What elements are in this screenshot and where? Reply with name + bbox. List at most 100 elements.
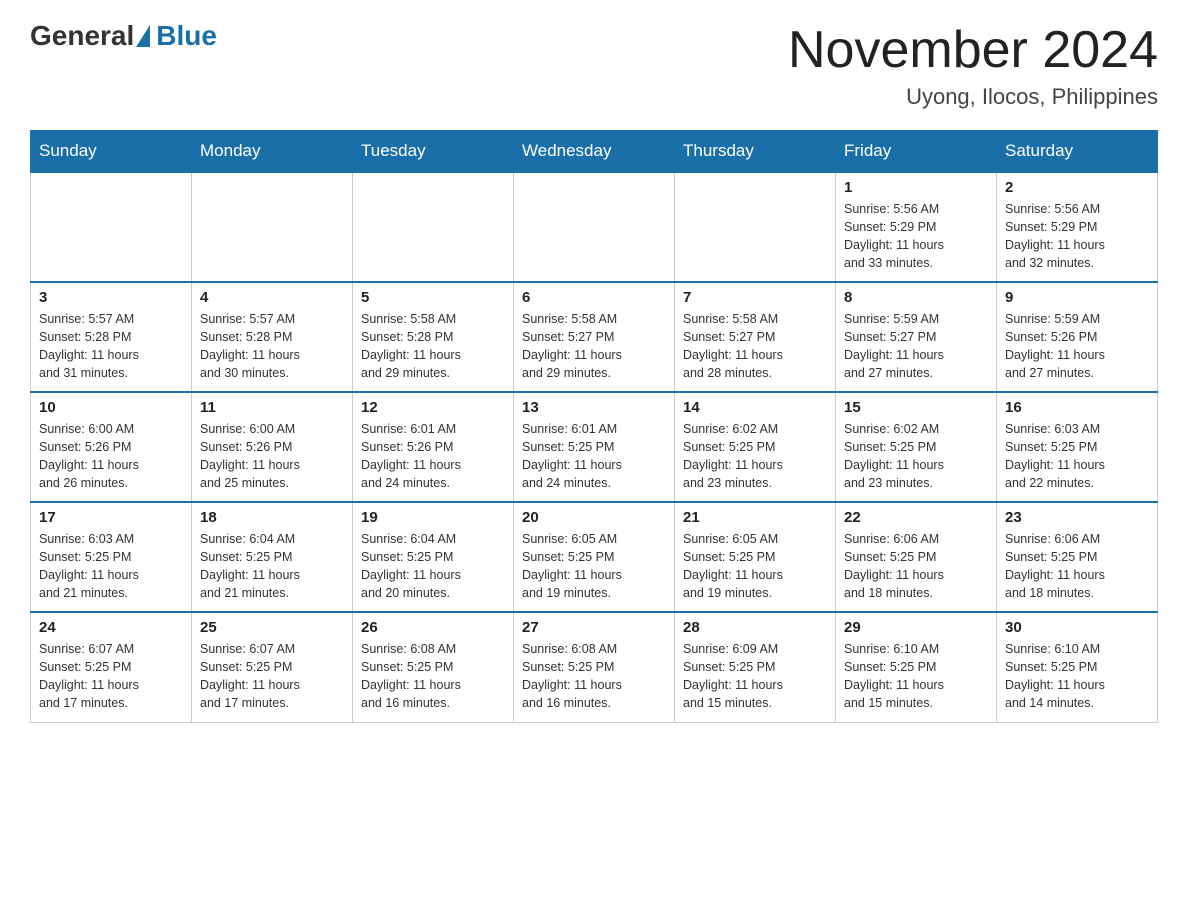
header-day-tuesday: Tuesday — [353, 131, 514, 173]
title-area: November 2024 Uyong, Ilocos, Philippines — [788, 20, 1158, 110]
day-info: Sunrise: 6:01 AM Sunset: 5:26 PM Dayligh… — [361, 420, 505, 493]
logo-triangle-icon — [136, 25, 150, 47]
day-number: 8 — [844, 289, 988, 306]
day-cell: 19 Sunrise: 6:04 AM Sunset: 5:25 PM Dayli… — [353, 502, 514, 612]
day-cell: 22Sunrise: 6:06 AM Sunset: 5:25 PM Dayli… — [836, 502, 997, 612]
day-info: Sunrise: 5:58 AM Sunset: 5:28 PM Dayligh… — [361, 310, 505, 383]
day-info: Sunrise: 6:02 AM Sunset: 5:25 PM Dayligh… — [683, 420, 827, 493]
week-row-2: 3Sunrise: 5:57 AM Sunset: 5:28 PM Daylig… — [31, 282, 1158, 392]
day-info: Sunrise: 6:04 AM Sunset: 5:25 PM Dayligh… — [361, 530, 505, 603]
day-number: 3 — [39, 289, 183, 306]
week-row-1: 1 Sunrise: 5:56 AM Sunset: 5:29 PM Daylig… — [31, 172, 1158, 282]
logo-area: General Blue — [30, 20, 217, 52]
day-number: 13 — [522, 399, 666, 416]
day-cell: 30 Sunrise: 6:10 AM Sunset: 5:25 PM Dayli… — [997, 612, 1158, 722]
day-number: 14 — [683, 399, 827, 416]
day-number: 4 — [200, 289, 344, 306]
day-cell: 8 Sunrise: 5:59 AM Sunset: 5:27 PM Daylig… — [836, 282, 997, 392]
day-cell: 20 Sunrise: 6:05 AM Sunset: 5:25 PM Dayli… — [514, 502, 675, 612]
day-cell — [514, 172, 675, 282]
day-cell: 15 Sunrise: 6:02 AM Sunset: 5:25 PM Dayli… — [836, 392, 997, 502]
calendar-table: SundayMondayTuesdayWednesdayThursdayFrid… — [30, 130, 1158, 723]
logo-blue-text: Blue — [156, 20, 217, 52]
logo-general-text: General — [30, 20, 134, 52]
day-info: Sunrise: 6:07 AM Sunset: 5:25 PM Dayligh… — [39, 640, 183, 713]
week-row-3: 10 Sunrise: 6:00 AM Sunset: 5:26 PM Dayli… — [31, 392, 1158, 502]
day-number: 7 — [683, 289, 827, 306]
day-cell: 10Sunrise: 6:00 AM Sunset: 5:26 PM Dayli… — [31, 392, 192, 502]
day-number: 25 — [200, 619, 344, 636]
day-number: 1 — [844, 179, 988, 196]
day-cell: 17Sunrise: 6:03 AM Sunset: 5:25 PM Dayli… — [31, 502, 192, 612]
day-info: Sunrise: 6:07 AM Sunset: 5:25 PM Dayligh… — [200, 640, 344, 713]
day-cell: 7 Sunrise: 5:58 AM Sunset: 5:27 PM Daylig… — [675, 282, 836, 392]
day-info: Sunrise: 6:10 AM Sunset: 5:25 PM Dayligh… — [844, 640, 988, 713]
day-cell: 5 Sunrise: 5:58 AM Sunset: 5:28 PM Daylig… — [353, 282, 514, 392]
day-info: Sunrise: 5:59 AM Sunset: 5:26 PM Dayligh… — [1005, 310, 1149, 383]
month-title: November 2024 — [788, 20, 1158, 80]
day-number: 27 — [522, 619, 666, 636]
day-cell: 29 Sunrise: 6:10 AM Sunset: 5:25 PM Dayli… — [836, 612, 997, 722]
day-number: 2 — [1005, 179, 1149, 196]
day-info: Sunrise: 6:09 AM Sunset: 5:25 PM Dayligh… — [683, 640, 827, 713]
day-info: Sunrise: 6:08 AM Sunset: 5:25 PM Dayligh… — [522, 640, 666, 713]
header-day-wednesday: Wednesday — [514, 131, 675, 173]
day-number: 10 — [39, 399, 183, 416]
day-number: 6 — [522, 289, 666, 306]
logo: General Blue — [30, 20, 217, 52]
day-info: Sunrise: 6:05 AM Sunset: 5:25 PM Dayligh… — [683, 530, 827, 603]
location-title: Uyong, Ilocos, Philippines — [788, 84, 1158, 110]
day-info: Sunrise: 5:58 AM Sunset: 5:27 PM Dayligh… — [683, 310, 827, 383]
day-number: 17 — [39, 509, 183, 526]
day-cell: 11Sunrise: 6:00 AM Sunset: 5:26 PM Dayli… — [192, 392, 353, 502]
day-cell — [192, 172, 353, 282]
day-cell: 13Sunrise: 6:01 AM Sunset: 5:25 PM Dayli… — [514, 392, 675, 502]
day-info: Sunrise: 5:56 AM Sunset: 5:29 PM Dayligh… — [1005, 200, 1149, 273]
day-cell: 6 Sunrise: 5:58 AM Sunset: 5:27 PM Daylig… — [514, 282, 675, 392]
day-cell: 26 Sunrise: 6:08 AM Sunset: 5:25 PM Dayli… — [353, 612, 514, 722]
header-day-saturday: Saturday — [997, 131, 1158, 173]
day-info: Sunrise: 6:05 AM Sunset: 5:25 PM Dayligh… — [522, 530, 666, 603]
day-number: 19 — [361, 509, 505, 526]
day-number: 20 — [522, 509, 666, 526]
day-number: 22 — [844, 509, 988, 526]
day-number: 18 — [200, 509, 344, 526]
week-row-4: 17Sunrise: 6:03 AM Sunset: 5:25 PM Dayli… — [31, 502, 1158, 612]
day-cell: 2 Sunrise: 5:56 AM Sunset: 5:29 PM Daylig… — [997, 172, 1158, 282]
day-cell: 16Sunrise: 6:03 AM Sunset: 5:25 PM Dayli… — [997, 392, 1158, 502]
header-day-sunday: Sunday — [31, 131, 192, 173]
day-info: Sunrise: 5:58 AM Sunset: 5:27 PM Dayligh… — [522, 310, 666, 383]
day-info: Sunrise: 6:04 AM Sunset: 5:25 PM Dayligh… — [200, 530, 344, 603]
day-cell: 24 Sunrise: 6:07 AM Sunset: 5:25 PM Dayli… — [31, 612, 192, 722]
day-info: Sunrise: 6:02 AM Sunset: 5:25 PM Dayligh… — [844, 420, 988, 493]
day-number: 15 — [844, 399, 988, 416]
day-info: Sunrise: 5:56 AM Sunset: 5:29 PM Dayligh… — [844, 200, 988, 273]
day-number: 24 — [39, 619, 183, 636]
day-cell: 25 Sunrise: 6:07 AM Sunset: 5:25 PM Dayli… — [192, 612, 353, 722]
day-cell: 21Sunrise: 6:05 AM Sunset: 5:25 PM Dayli… — [675, 502, 836, 612]
day-number: 29 — [844, 619, 988, 636]
day-cell: 9Sunrise: 5:59 AM Sunset: 5:26 PM Daylig… — [997, 282, 1158, 392]
day-number: 16 — [1005, 399, 1149, 416]
day-cell: 12 Sunrise: 6:01 AM Sunset: 5:26 PM Dayli… — [353, 392, 514, 502]
day-cell — [675, 172, 836, 282]
day-cell: 28Sunrise: 6:09 AM Sunset: 5:25 PM Dayli… — [675, 612, 836, 722]
day-number: 23 — [1005, 509, 1149, 526]
day-info: Sunrise: 5:59 AM Sunset: 5:27 PM Dayligh… — [844, 310, 988, 383]
header-day-thursday: Thursday — [675, 131, 836, 173]
day-cell: 14 Sunrise: 6:02 AM Sunset: 5:25 PM Dayli… — [675, 392, 836, 502]
header-row: SundayMondayTuesdayWednesdayThursdayFrid… — [31, 131, 1158, 173]
day-number: 30 — [1005, 619, 1149, 636]
day-info: Sunrise: 6:06 AM Sunset: 5:25 PM Dayligh… — [1005, 530, 1149, 603]
day-info: Sunrise: 6:08 AM Sunset: 5:25 PM Dayligh… — [361, 640, 505, 713]
day-info: Sunrise: 6:10 AM Sunset: 5:25 PM Dayligh… — [1005, 640, 1149, 713]
day-cell: 18 Sunrise: 6:04 AM Sunset: 5:25 PM Dayli… — [192, 502, 353, 612]
day-cell — [31, 172, 192, 282]
day-info: Sunrise: 6:00 AM Sunset: 5:26 PM Dayligh… — [200, 420, 344, 493]
page-header: General Blue November 2024 Uyong, Ilocos… — [30, 20, 1158, 110]
day-number: 5 — [361, 289, 505, 306]
day-number: 12 — [361, 399, 505, 416]
day-number: 26 — [361, 619, 505, 636]
header-day-friday: Friday — [836, 131, 997, 173]
day-cell: 4Sunrise: 5:57 AM Sunset: 5:28 PM Daylig… — [192, 282, 353, 392]
